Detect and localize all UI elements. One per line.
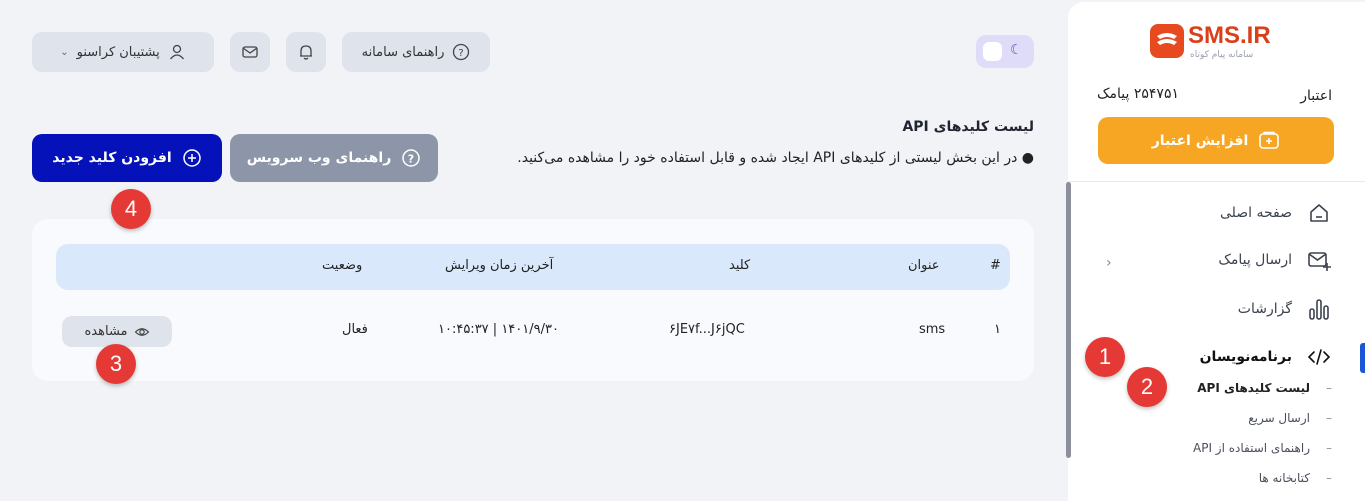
description-text: در این بخش لیستی از کلیدهای API ایجاد شد…	[517, 150, 1018, 166]
sidebar-item-label: ارسال پیامک	[1218, 252, 1292, 268]
column-header-key: کلید	[729, 258, 751, 273]
sub-item-libraries[interactable]: – کتابخانه ها	[1259, 471, 1332, 485]
home-icon	[1306, 200, 1332, 226]
view-label: مشاهده	[84, 324, 128, 339]
sub-item-label: کتابخانه ها	[1258, 471, 1310, 485]
sub-item-quick-send[interactable]: – ارسال سریع	[1248, 411, 1332, 425]
annotation-badge-1: 1	[1085, 337, 1125, 377]
help-label: راهنمای سامانه	[361, 44, 445, 60]
logo-subtitle: سامانه پیام کوتاه	[1190, 50, 1254, 60]
sidebar-item-developers[interactable]: برنامه‌نویسان	[1200, 344, 1332, 370]
annotation-badge-4: 4	[111, 189, 151, 229]
sidebar-item-label: برنامه‌نویسان	[1199, 349, 1292, 365]
help-icon: ?	[452, 43, 470, 61]
sidebar-item-label: صفحه اصلی	[1219, 205, 1292, 221]
help-icon: ?	[401, 148, 421, 168]
sidebar-item-home[interactable]: صفحه اصلی	[1220, 200, 1332, 226]
user-icon	[168, 43, 186, 61]
sub-item-label: ارسال سریع	[1248, 411, 1310, 425]
web-service-guide-button[interactable]: ? راهنمای وب سرویس	[230, 134, 438, 182]
increase-credit-label: افزایش اعتبار	[1151, 132, 1249, 149]
svg-text:?: ?	[459, 48, 464, 59]
increase-credit-button[interactable]: افزایش اعتبار	[1098, 117, 1334, 164]
sidebar-item-reports[interactable]: گزارشات	[1238, 296, 1332, 322]
cell-status: فعال	[342, 322, 368, 337]
cell-last-edit: ۱۴۰۱/۹/۳۰ | ۱۰:۴۵:۳۷	[438, 322, 559, 337]
annotation-badge-3: 3	[96, 344, 136, 384]
logo-text: SMS.IR	[1188, 22, 1271, 49]
annotation-badge-2: 2	[1127, 367, 1167, 407]
dark-mode-toggle[interactable]: ☾	[976, 35, 1034, 68]
bell-icon	[297, 43, 315, 61]
add-key-button[interactable]: افزودن کلید جدید	[32, 134, 222, 182]
active-indicator	[1360, 343, 1365, 373]
chevron-down-icon: ⌄	[60, 46, 69, 58]
chevron-left-icon[interactable]: ›	[1106, 255, 1112, 271]
mail-icon	[241, 43, 259, 61]
notifications-button[interactable]	[286, 32, 326, 72]
column-header-status: وضعیت	[322, 258, 363, 273]
logo[interactable]: SMS.IR سامانه پیام کوتاه	[1150, 22, 1290, 62]
sub-item-api-keys[interactable]: – لیست کلیدهای API	[1197, 381, 1332, 395]
wallet-plus-icon	[1258, 131, 1280, 151]
sub-item-label: راهنمای استفاده از API	[1193, 441, 1310, 455]
credit-value: ۲۵۴۷۵۱ پیامک	[1097, 86, 1179, 102]
logo-mark-icon	[1150, 24, 1184, 58]
view-button[interactable]: مشاهده	[62, 316, 172, 347]
plus-circle-icon	[182, 148, 202, 168]
dash: –	[1326, 471, 1332, 485]
web-service-guide-label: راهنمای وب سرویس	[246, 150, 392, 166]
credit-label: اعتبار	[1300, 88, 1332, 104]
dash: –	[1326, 381, 1332, 395]
page-title: لیست کلیدهای API	[902, 119, 1034, 135]
cell-key: ۶JE۷f...J۶jQC	[669, 322, 745, 337]
cell-title: sms	[919, 322, 946, 337]
user-name: پشتیبان کراسنو	[76, 44, 160, 60]
add-key-label: افزودن کلید جدید	[52, 150, 172, 166]
sidebar-scrollbar[interactable]	[1066, 182, 1071, 458]
dash: –	[1326, 441, 1332, 455]
eye-icon	[134, 324, 150, 340]
bullet: ●	[1017, 150, 1034, 166]
user-menu-button[interactable]: پشتیبان کراسنو ⌄	[32, 32, 214, 72]
column-header-last-edit: آخرین زمان ویرایش	[445, 258, 554, 273]
svg-text:?: ?	[408, 153, 414, 166]
moon-icon: ☾	[1010, 42, 1023, 58]
page-description: ● در این بخش لیستی از کلیدهای API ایجاد …	[480, 146, 1034, 170]
toggle-knob	[983, 42, 1002, 61]
chart-icon	[1306, 296, 1332, 322]
column-header-index: #	[990, 258, 1001, 273]
sidebar-divider	[1068, 181, 1365, 182]
sub-item-api-guide[interactable]: – راهنمای استفاده از API	[1193, 441, 1332, 455]
sidebar-item-label: گزارشات	[1237, 301, 1292, 317]
mail-plus-icon	[1306, 247, 1332, 273]
messages-button[interactable]	[230, 32, 270, 72]
column-header-title: عنوان	[908, 258, 940, 273]
sidebar-item-send-sms[interactable]: ارسال پیامک	[1218, 247, 1332, 273]
sub-item-label: لیست کلیدهای API	[1197, 381, 1310, 395]
help-button[interactable]: ? راهنمای سامانه	[342, 32, 490, 72]
cell-index: ۱	[994, 322, 1001, 337]
code-icon	[1306, 344, 1332, 370]
dash: –	[1326, 411, 1332, 425]
